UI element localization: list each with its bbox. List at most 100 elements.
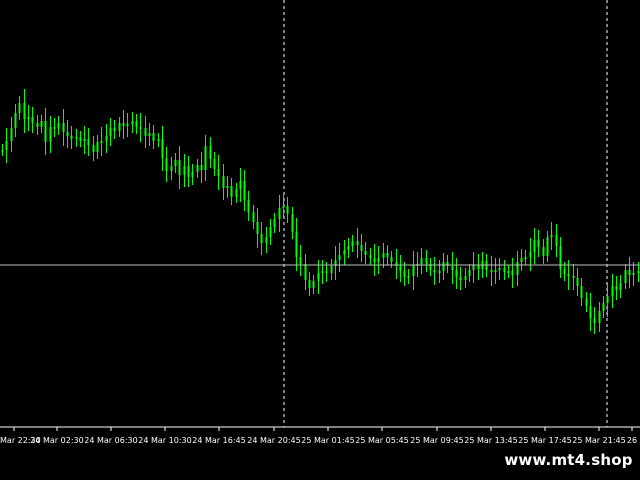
candle-body xyxy=(213,159,216,169)
candle-body xyxy=(377,258,380,262)
candle-body xyxy=(148,133,151,136)
chart-window[interactable]: 23 Mar 22:3024 Mar 02:3024 Mar 06:3024 M… xyxy=(0,0,640,480)
candle-body xyxy=(36,123,39,127)
time-tick-label: 24 Mar 20:45 xyxy=(247,436,300,445)
candle-body xyxy=(619,283,622,290)
candle-body xyxy=(174,160,177,166)
candle-body xyxy=(152,133,155,141)
candle-body xyxy=(390,257,393,262)
candle-body xyxy=(217,169,220,176)
candle-body xyxy=(256,222,259,234)
candle-body xyxy=(455,270,458,277)
candle-body xyxy=(92,145,95,152)
candle-body xyxy=(537,240,540,247)
candle-body xyxy=(520,258,523,262)
candle-body xyxy=(135,121,138,127)
candle-body xyxy=(183,166,186,175)
time-tick-label: 24 Mar 16:45 xyxy=(192,436,245,445)
candle-body xyxy=(356,241,359,245)
candle-body xyxy=(200,165,203,170)
candle-body xyxy=(516,262,519,275)
candle-body xyxy=(459,277,462,280)
candle-body xyxy=(433,270,436,272)
candle-body xyxy=(542,247,545,256)
candle-body xyxy=(53,127,56,129)
candle-body xyxy=(209,146,212,159)
candle-body xyxy=(580,286,583,298)
candle-body xyxy=(382,253,385,258)
candle-body xyxy=(247,200,250,212)
time-tick-label: 25 Mar 21:45 xyxy=(572,436,625,445)
candle-body xyxy=(170,166,173,171)
candle-body xyxy=(555,235,558,246)
candle-body xyxy=(122,123,125,126)
candle-body xyxy=(373,258,376,262)
time-tick-label: 25 Mar 01:45 xyxy=(301,436,354,445)
candle-body xyxy=(325,271,328,273)
candle-body xyxy=(425,258,428,264)
candle-body xyxy=(178,160,181,175)
candle-body xyxy=(412,265,415,276)
candle-body xyxy=(139,127,142,129)
candle-body xyxy=(131,121,134,124)
candle-body xyxy=(273,219,276,227)
candle-body xyxy=(576,278,579,286)
candle-body xyxy=(442,262,445,271)
candle-body xyxy=(360,245,363,251)
candle-body xyxy=(593,318,596,323)
time-tick-label: 25 Mar 17:45 xyxy=(518,436,571,445)
candle-body xyxy=(113,128,116,131)
candle-body xyxy=(317,273,320,281)
candle-body xyxy=(438,271,441,273)
time-tick-label: 25 Mar 13:45 xyxy=(464,436,517,445)
candle-body xyxy=(243,181,246,200)
candle-body xyxy=(632,273,635,275)
candle-body xyxy=(343,250,346,255)
candle-body xyxy=(70,136,73,139)
time-tick-label: 26 xyxy=(627,436,637,445)
candle-body xyxy=(477,265,480,269)
candlestick-chart[interactable]: 23 Mar 22:3024 Mar 02:3024 Mar 06:3024 M… xyxy=(0,0,640,480)
candle-body xyxy=(291,214,294,232)
candle-body xyxy=(226,186,229,188)
candle-body xyxy=(615,286,618,290)
candle-body xyxy=(282,206,285,208)
candle-body xyxy=(191,172,194,177)
candle-body xyxy=(235,189,238,197)
candle-body xyxy=(5,141,8,150)
candle-body xyxy=(109,128,112,136)
candle-body xyxy=(83,139,86,141)
candle-body xyxy=(546,237,549,256)
candle-body xyxy=(420,258,423,264)
candle-body xyxy=(611,286,614,296)
candle-body xyxy=(589,306,592,318)
candle-body xyxy=(295,232,298,257)
candle-body xyxy=(585,298,588,306)
candle-body xyxy=(494,270,497,272)
candle-body xyxy=(364,251,367,255)
candle-body xyxy=(559,246,562,269)
candle-body xyxy=(321,271,324,273)
candle-body xyxy=(75,137,78,139)
candle-body xyxy=(40,121,43,127)
candle-body xyxy=(18,103,21,113)
candle-body xyxy=(399,266,402,271)
time-tick-label: 24 Mar 06:30 xyxy=(84,436,137,445)
candle-body xyxy=(602,303,605,311)
candle-body xyxy=(628,270,631,275)
candle-body xyxy=(598,311,601,323)
candle-body xyxy=(468,270,471,276)
candle-body xyxy=(511,271,514,275)
candle-body xyxy=(351,241,354,246)
time-tick-label: 24 Mar 02:30 xyxy=(30,436,83,445)
candle-body xyxy=(31,117,34,123)
candle-body xyxy=(407,276,410,278)
candle-body xyxy=(165,158,168,171)
candle-body xyxy=(269,227,272,237)
candle-body xyxy=(14,113,17,128)
candle-body xyxy=(386,253,389,257)
candle-body xyxy=(105,136,108,141)
candle-body xyxy=(451,266,454,270)
candle-body xyxy=(239,181,242,189)
candle-body xyxy=(96,142,99,152)
